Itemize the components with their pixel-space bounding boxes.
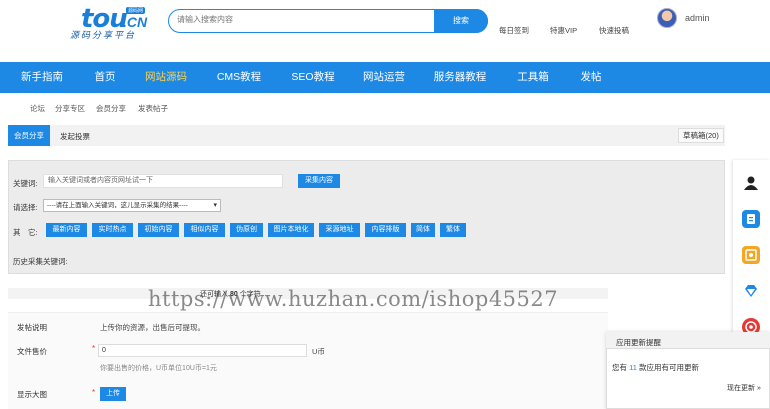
- nav-item-home[interactable]: 首页: [86, 62, 124, 93]
- user-icon[interactable]: [742, 174, 760, 192]
- collect-button[interactable]: 采集内容: [298, 174, 340, 188]
- latest-content-button[interactable]: 最新内容: [46, 223, 87, 237]
- nav-item-cms[interactable]: CMS教程: [211, 62, 267, 93]
- nav-item-post[interactable]: 发帖: [572, 62, 610, 93]
- drafts-button[interactable]: 草稿箱(20): [678, 128, 724, 143]
- nav-item-guide[interactable]: 新手指南: [14, 62, 70, 93]
- post-desc-label: 发帖说明: [17, 323, 47, 332]
- select-label: 请选择:: [13, 203, 38, 212]
- required-marker: *: [92, 344, 96, 353]
- username[interactable]: admin: [685, 13, 710, 23]
- breadcrumb-forum[interactable]: 论坛: [30, 103, 45, 114]
- required-marker: *: [92, 388, 96, 397]
- result-select-value: ----请在上面输入关键词，这儿显示采集的结果----: [47, 202, 188, 209]
- update-popup-title: 应用更新提醒: [616, 338, 661, 347]
- submit-link[interactable]: 快速投稿: [599, 25, 629, 36]
- source-url-button[interactable]: 采源地址: [319, 223, 360, 237]
- traditional-button[interactable]: 繁体: [440, 223, 466, 237]
- nav-item-source[interactable]: 网站源码: [138, 62, 194, 93]
- upload-button[interactable]: 上传: [100, 387, 126, 401]
- breadcrumb-member-share[interactable]: 会员分享: [96, 103, 126, 114]
- logo-tag: 源码网: [126, 7, 146, 14]
- format-content-button[interactable]: 内容排版: [365, 223, 406, 237]
- history-keywords-label: 历史采集关键词:: [13, 257, 68, 266]
- daily-checkin-link[interactable]: 每日签到: [499, 25, 529, 36]
- price-unit: U币: [312, 347, 325, 356]
- update-popup-message: 您有 11 款应用有可用更新: [612, 363, 699, 372]
- tab-start-vote[interactable]: 发起投票: [60, 131, 90, 142]
- keyword-input[interactable]: 输入关键词或者内容页网址试一下: [43, 174, 283, 188]
- vip-link[interactable]: 特惠VIP: [550, 25, 577, 36]
- chevron-down-icon: ▾: [213, 202, 217, 209]
- nav-item-operation[interactable]: 网站运营: [356, 62, 412, 93]
- other-label: 其 它:: [13, 228, 38, 237]
- nav-item-tools[interactable]: 工具箱: [510, 62, 556, 93]
- header: tou 源码网 .CN 源码分享平台 搜索 每日签到 特惠VIP 快速投稿 ad…: [0, 0, 770, 62]
- avatar[interactable]: [657, 8, 677, 28]
- price-label: 文件售价: [17, 347, 47, 356]
- keyword-label: 关键词:: [13, 179, 38, 188]
- similar-content-button[interactable]: 相似内容: [184, 223, 225, 237]
- search-input[interactable]: [177, 15, 427, 24]
- image-label: 显示大图: [17, 390, 47, 399]
- price-input[interactable]: 0: [98, 344, 307, 357]
- red-packet-icon[interactable]: [742, 246, 760, 264]
- post-form: [8, 312, 608, 409]
- nav-item-seo[interactable]: SEO教程: [285, 62, 341, 93]
- main-nav: 新手指南 首页 网站源码 CMS教程 SEO教程 网站运营 服务器教程 工具箱 …: [0, 62, 770, 93]
- result-select[interactable]: ----请在上面输入关键词，这儿显示采集的结果---- ▾: [43, 199, 221, 212]
- post-desc-text: 上传你的资源，出售后可提现。: [100, 323, 205, 332]
- document-icon[interactable]: [742, 210, 760, 228]
- logo-subtitle: 源码分享平台: [70, 30, 137, 40]
- tab-bar: [8, 125, 725, 146]
- update-count: 11: [629, 363, 637, 372]
- update-now-link[interactable]: 现在更新 »: [727, 383, 761, 393]
- nav-item-server[interactable]: 服务器教程: [428, 62, 492, 93]
- hot-topics-button[interactable]: 实时热点: [92, 223, 133, 237]
- watermark: https://www.huzhan.com/ishop45527: [148, 287, 559, 311]
- pseudo-original-button[interactable]: 伪原创: [230, 223, 263, 237]
- localize-images-button[interactable]: 图片本地化: [268, 223, 314, 237]
- tab-member-share[interactable]: 会员分享: [8, 125, 50, 146]
- diamond-icon[interactable]: [742, 282, 760, 300]
- initial-content-button[interactable]: 初始内容: [138, 223, 179, 237]
- search-box: 搜索: [168, 9, 488, 33]
- breadcrumb-share[interactable]: 分享专区: [55, 103, 85, 114]
- search-button[interactable]: 搜索: [434, 9, 488, 33]
- price-help: 你要出售的价格，U币单位10U币=1元: [100, 365, 217, 372]
- simplified-button[interactable]: 简体: [411, 223, 435, 237]
- breadcrumb-new-post[interactable]: 发表帖子: [138, 103, 168, 114]
